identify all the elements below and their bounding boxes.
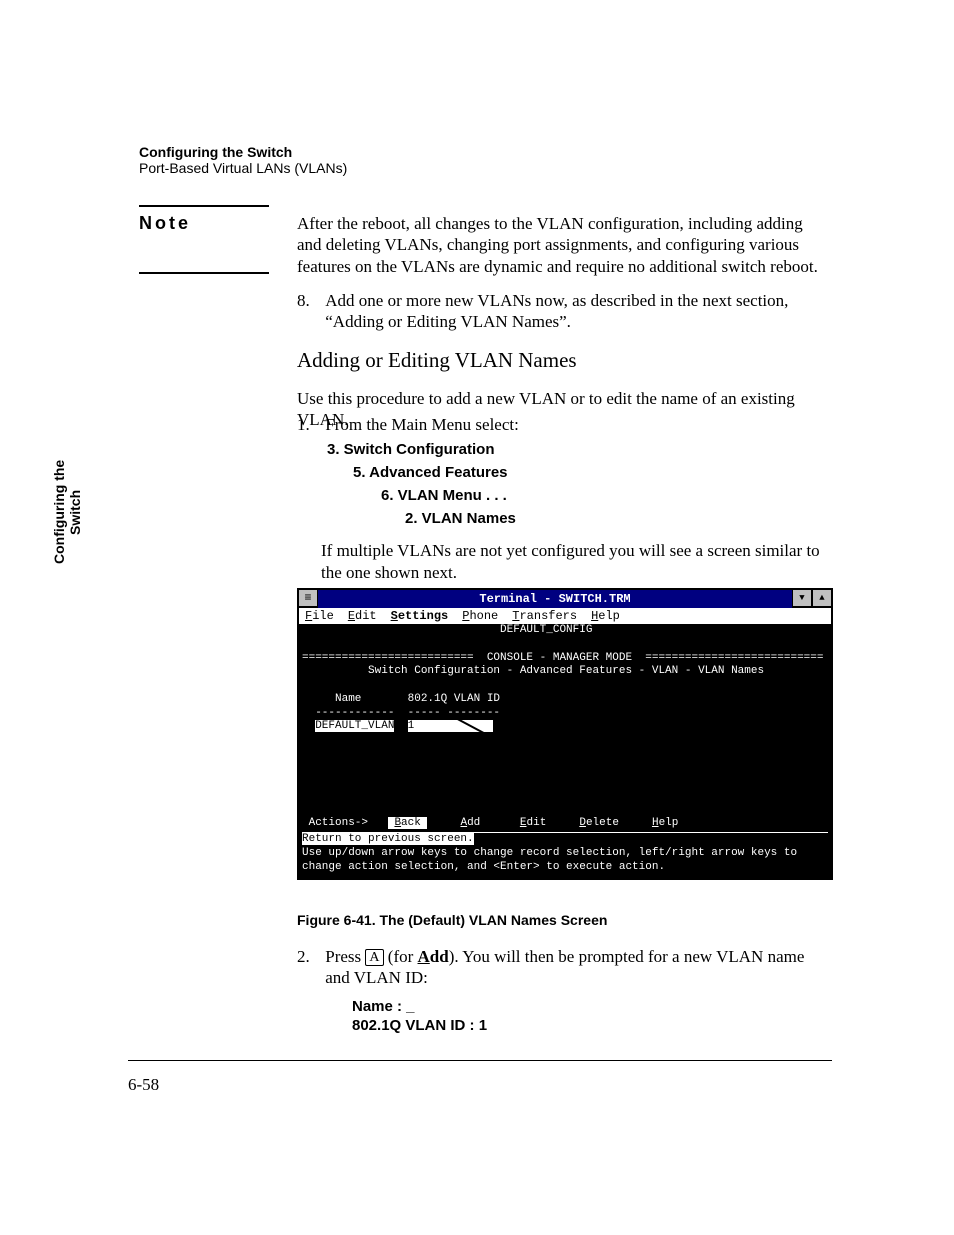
step-2: 2. Press A (for Add). You will then be p… bbox=[297, 946, 831, 989]
action-help: Help bbox=[652, 817, 678, 829]
menu-path-1: 3. Switch Configuration bbox=[327, 441, 831, 460]
annotation-line1: Default VLAN bbox=[497, 740, 576, 755]
prompt-vlanid: 802.1Q VLAN ID : 1 bbox=[352, 1017, 886, 1036]
header-title: Configuring the Switch bbox=[139, 144, 347, 160]
side-tab: Configuring the Switch bbox=[51, 442, 71, 582]
step-2-num: 2. bbox=[297, 946, 321, 967]
action-add: Add bbox=[460, 817, 480, 829]
terminal-menubar: File Edit Settings Phone Transfers Help bbox=[298, 608, 832, 624]
prompt-name: Name : _ bbox=[352, 998, 886, 1017]
sysmenu-icon: ≡ bbox=[298, 589, 318, 607]
menu-path-2: 5. Advanced Features bbox=[353, 464, 831, 483]
terminal-title: Terminal - SWITCH.TRM bbox=[318, 589, 792, 608]
step-2-text: Press A (for Add). You will then be prom… bbox=[325, 946, 830, 989]
note-rule-top bbox=[139, 205, 269, 207]
annotation-line2: and VLAN ID bbox=[497, 755, 576, 770]
term-dash: ------------ -------------- bbox=[302, 707, 500, 719]
term-hint0: Return to previous screen. bbox=[302, 833, 474, 845]
term-cols: Name 802.1Q VLAN ID bbox=[302, 693, 500, 705]
menu-phone: Phone bbox=[462, 609, 498, 623]
maximize-icon: ▲ bbox=[812, 589, 832, 607]
annotation-label: Default VLAN and VLAN ID bbox=[497, 740, 576, 770]
footer-rule bbox=[128, 1060, 832, 1061]
step-8-text: Add one or more new VLANs now, as descri… bbox=[325, 290, 830, 333]
menu-edit: Edit bbox=[348, 609, 377, 623]
note-label: Note bbox=[139, 213, 191, 234]
term-cfgname: DEFAULT_CONFIG bbox=[302, 624, 592, 636]
step-1-trail: If multiple VLANs are not yet configured… bbox=[321, 540, 831, 583]
terminal-window: ≡ Terminal - SWITCH.TRM ▼ ▲ File Edit Se… bbox=[297, 588, 833, 880]
term-path: Switch Configuration - Advanced Features… bbox=[302, 665, 764, 677]
step-8: 8. Add one or more new VLANs now, as des… bbox=[297, 290, 831, 333]
key-a: A bbox=[365, 949, 383, 966]
term-hint1: Use up/down arrow keys to change record … bbox=[302, 847, 797, 859]
menu-help: Help bbox=[591, 609, 620, 623]
note-text: After the reboot, all changes to the VLA… bbox=[297, 213, 831, 277]
action-delete: Delete bbox=[579, 817, 619, 829]
prompt-block: Name : _ 802.1Q VLAN ID : 1 bbox=[352, 998, 886, 1036]
step-1-num: 1. bbox=[297, 414, 321, 435]
menu-transfers: Transfers bbox=[512, 609, 577, 623]
terminal-titlebar: ≡ Terminal - SWITCH.TRM ▼ ▲ bbox=[298, 589, 832, 608]
menu-path-4: 2. VLAN Names bbox=[405, 510, 831, 529]
note-rule-bottom bbox=[139, 272, 269, 274]
section-heading: Adding or Editing VLAN Names bbox=[297, 347, 831, 373]
menu-settings: Settings bbox=[391, 609, 449, 623]
page-number: 6-58 bbox=[128, 1075, 159, 1095]
header-subtitle: Port-Based Virtual LANs (VLANs) bbox=[139, 160, 347, 176]
term-hint2: change action selection, and <Enter> to … bbox=[302, 861, 665, 873]
step-8-num: 8. bbox=[297, 290, 321, 311]
term-actions-label: Actions-> bbox=[302, 817, 368, 829]
action-back: Back bbox=[388, 817, 428, 829]
figure-caption: Figure 6-41. The (Default) VLAN Names Sc… bbox=[297, 912, 607, 928]
step-1-lead: From the Main Menu select: bbox=[325, 414, 830, 435]
menu-path-3: 6. VLAN Menu . . . bbox=[381, 487, 831, 506]
term-row-name: DEFAULT_VLAN bbox=[315, 720, 394, 732]
minimize-icon: ▼ bbox=[792, 589, 812, 607]
term-mode: ========================== CONSOLE - MAN… bbox=[302, 652, 824, 664]
action-edit: Edit bbox=[520, 817, 546, 829]
step-1: 1. From the Main Menu select: 3. Switch … bbox=[297, 414, 831, 583]
menu-file: File bbox=[305, 609, 334, 623]
running-header: Configuring the Switch Port-Based Virtua… bbox=[139, 144, 347, 176]
